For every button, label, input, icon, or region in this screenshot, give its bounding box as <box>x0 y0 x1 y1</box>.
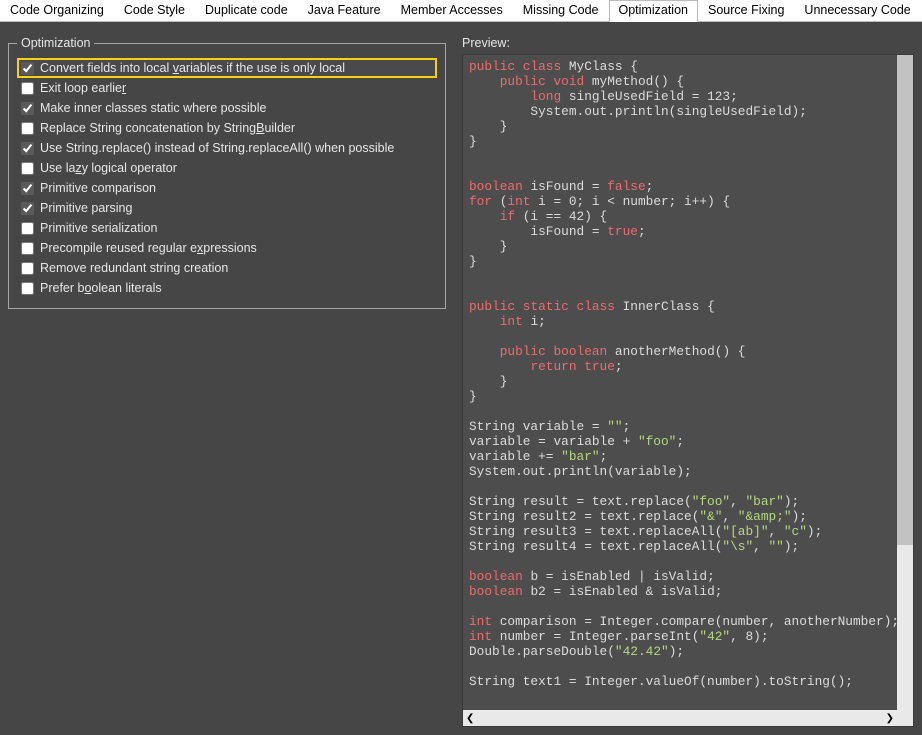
option-row[interactable]: Precompile reused regular expressions <box>17 238 437 258</box>
tab-code-organizing[interactable]: Code Organizing <box>0 0 114 21</box>
option-label[interactable]: Replace String concatenation by StringBu… <box>40 121 295 135</box>
preview-label: Preview: <box>462 36 914 50</box>
option-checkbox[interactable] <box>21 282 34 295</box>
code-preview: public class MyClass { public void myMet… <box>469 59 891 689</box>
preview-box: public class MyClass { public void myMet… <box>462 54 914 727</box>
option-label[interactable]: Use String.replace() instead of String.r… <box>40 141 394 155</box>
option-row[interactable]: Remove redundant string creation <box>17 258 437 278</box>
option-checkbox[interactable] <box>21 82 34 95</box>
option-row[interactable]: Use lazy logical operator <box>17 158 437 178</box>
option-checkbox[interactable] <box>21 242 34 255</box>
optimization-fieldset: Optimization Convert fields into local v… <box>8 36 446 309</box>
option-row[interactable]: Primitive comparison <box>17 178 437 198</box>
option-row[interactable]: Prefer boolean literals <box>17 278 437 298</box>
tab-unnecessary-code[interactable]: Unnecessary Code <box>794 0 920 21</box>
option-row[interactable]: Make inner classes static where possible <box>17 98 437 118</box>
option-checkbox[interactable] <box>21 122 34 135</box>
option-checkbox[interactable] <box>21 262 34 275</box>
tab-member-accesses[interactable]: Member Accesses <box>391 0 513 21</box>
tab-code-style[interactable]: Code Style <box>114 0 195 21</box>
option-label[interactable]: Convert fields into local variables if t… <box>40 61 345 75</box>
option-label[interactable]: Make inner classes static where possible <box>40 101 267 115</box>
option-label[interactable]: Prefer boolean literals <box>40 281 162 295</box>
fieldset-legend: Optimization <box>17 36 94 50</box>
option-row[interactable]: Exit loop earlier <box>17 78 437 98</box>
option-checkbox[interactable] <box>21 182 34 195</box>
option-row[interactable]: Replace String concatenation by StringBu… <box>17 118 437 138</box>
scroll-right-icon[interactable]: ❯ <box>886 713 894 724</box>
option-label[interactable]: Precompile reused regular expressions <box>40 241 257 255</box>
option-label[interactable]: Primitive serialization <box>40 221 157 235</box>
option-row[interactable]: Use String.replace() instead of String.r… <box>17 138 437 158</box>
preview-viewport[interactable]: public class MyClass { public void myMet… <box>463 55 897 710</box>
vertical-scrollbar[interactable] <box>897 55 913 710</box>
tab-java-feature[interactable]: Java Feature <box>298 0 391 21</box>
option-label[interactable]: Remove redundant string creation <box>40 261 228 275</box>
option-checkbox[interactable] <box>21 62 34 75</box>
tab-optimization[interactable]: Optimization <box>609 0 698 22</box>
option-row[interactable]: Primitive serialization <box>17 218 437 238</box>
option-checkbox[interactable] <box>21 202 34 215</box>
tab-duplicate-code[interactable]: Duplicate code <box>195 0 298 21</box>
content-area: Optimization Convert fields into local v… <box>0 22 922 735</box>
left-column: Optimization Convert fields into local v… <box>8 36 446 727</box>
option-checkbox[interactable] <box>21 142 34 155</box>
vertical-scrollbar-thumb[interactable] <box>897 55 913 545</box>
option-label[interactable]: Primitive comparison <box>40 181 156 195</box>
option-row[interactable]: Primitive parsing <box>17 198 437 218</box>
scroll-left-icon[interactable]: ❮ <box>466 713 474 724</box>
option-checkbox[interactable] <box>21 102 34 115</box>
option-label[interactable]: Primitive parsing <box>40 201 132 215</box>
tab-missing-code[interactable]: Missing Code <box>513 0 609 21</box>
right-column: Preview: public class MyClass { public v… <box>462 36 914 727</box>
option-row[interactable]: Convert fields into local variables if t… <box>17 58 437 78</box>
option-checkbox[interactable] <box>21 222 34 235</box>
tabstrip: Code OrganizingCode StyleDuplicate codeJ… <box>0 0 922 22</box>
option-label[interactable]: Use lazy logical operator <box>40 161 177 175</box>
option-checkbox[interactable] <box>21 162 34 175</box>
horizontal-scrollbar[interactable]: ❮ ❯ <box>463 710 897 726</box>
scrollbar-corner <box>897 710 913 726</box>
tab-source-fixing[interactable]: Source Fixing <box>698 0 794 21</box>
option-label[interactable]: Exit loop earlier <box>40 81 126 95</box>
optimization-items: Convert fields into local variables if t… <box>17 58 437 298</box>
